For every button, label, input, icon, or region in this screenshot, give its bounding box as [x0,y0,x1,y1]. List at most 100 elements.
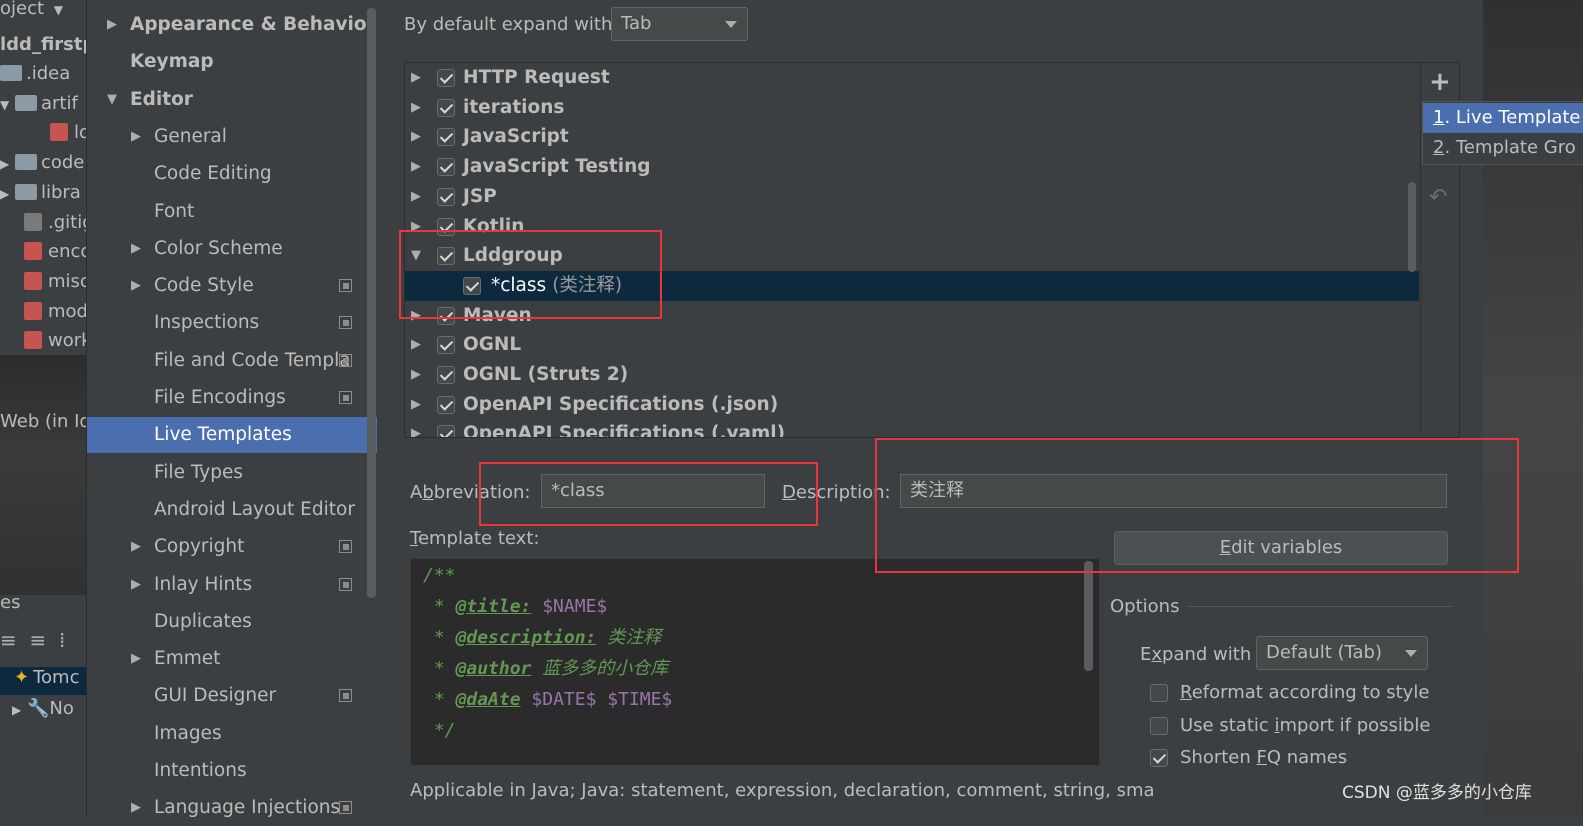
group-icon[interactable]: ⁞ [59,628,65,652]
settings-item[interactable]: Inspections [87,305,377,341]
project-item-lo[interactable]: lo [50,122,86,150]
chevron-right-icon[interactable]: ▶ [411,152,421,182]
project-item-gitignore[interactable]: .gitig [24,212,86,240]
label-part: Q names [1266,747,1348,768]
settings-item[interactable]: ▶ Color Scheme [87,231,377,267]
settings-item[interactable]: Keymap [87,44,377,80]
template-checkbox[interactable] [437,98,455,117]
template-group[interactable]: ▶ HTTP Request [405,63,1419,93]
chevron-right-icon[interactable]: ▶ [411,360,421,390]
editor-scrollbar[interactable] [1084,561,1093,671]
project-scope-icon [339,801,352,815]
template-checkbox[interactable] [437,158,455,177]
settings-item[interactable]: Duplicates [87,604,377,640]
template-group[interactable]: ▶ OpenAPI Specifications (.yaml) [405,419,1419,437]
settings-item[interactable]: ▶ Copyright [87,529,377,565]
settings-item[interactable]: Code Editing [87,156,377,192]
settings-item-label: Live Templates [154,424,292,446]
project-item-artifacts[interactable]: ▼ artif [0,93,78,121]
web-item[interactable]: Web (in Id [0,411,86,439]
project-item-misc[interactable]: misc [24,271,86,299]
settings-item[interactable]: ▶ General [87,119,377,155]
project-root[interactable]: ldd_firstpr [0,34,86,62]
template-group[interactable]: ▶ OGNL (Struts 2) [405,360,1419,390]
template-group[interactable]: ▶ OGNL [405,330,1419,360]
chevron-right-icon[interactable]: ▶ [131,268,141,304]
settings-item[interactable]: ▶ Emmet [87,641,377,677]
settings-item[interactable]: Intentions [87,753,377,789]
code-tag: @author [455,658,532,679]
project-item-enco[interactable]: enco [24,241,86,269]
menu-item-template-group[interactable]: 2. Template Gro [1423,133,1583,163]
tomcat-item[interactable]: ✦ Tomc [0,667,86,695]
settings-item-label: Keymap [130,51,214,73]
settings-item[interactable]: ▶ Inlay Hints [87,567,377,603]
chevron-right-icon[interactable]: ▶ [131,231,141,267]
add-icon[interactable]: + [1429,67,1451,97]
settings-item[interactable]: ▼ Editor [87,82,377,118]
template-group[interactable]: ▶ JavaScript Testing [405,152,1419,182]
settings-item[interactable]: ▶ Code Style [87,268,377,304]
template-checkbox[interactable] [437,128,455,147]
settings-item[interactable]: Android Layout Editor [87,492,377,528]
template-checkbox[interactable] [437,425,455,437]
chevron-right-icon[interactable]: ▶ [131,119,141,155]
chevron-right-icon[interactable]: ▶ [411,93,421,123]
options-title: Options [1110,596,1180,617]
reformat-checkbox[interactable] [1150,684,1168,702]
settings-item[interactable]: File Encodings [87,380,377,416]
template-checkbox[interactable] [437,336,455,355]
chevron-right-icon[interactable]: ▶ [411,330,421,360]
not-started-item[interactable]: ▶ 🔧No [0,698,74,726]
settings-tree: ▶ Appearance & Behavior Keymap ▼ Editor ▶ Gene… [87,0,377,818]
expand-default-select[interactable]: Tab [611,7,748,41]
settings-item[interactable]: File and Code Templa [87,343,377,379]
template-list-scrollbar[interactable] [1408,182,1416,272]
project-view-selector[interactable]: oject ▼ [0,0,63,26]
project-item-code[interactable]: ▶ code [0,152,84,180]
expand-with-select[interactable]: Default (Tab) [1256,636,1428,670]
applicable-contexts[interactable]: Applicable in Java; Java: statement, exp… [410,780,1155,801]
settings-item[interactable]: Live Templates [87,417,377,454]
template-group[interactable]: ▶ JavaScript [405,122,1419,152]
collapse-all-icon[interactable]: ≡ [29,628,46,652]
chevron-right-icon[interactable]: ▶ [411,63,421,93]
settings-item[interactable]: ▶ Language Injections [87,790,377,826]
undo-icon[interactable]: ↶ [1429,185,1447,210]
template-checkbox[interactable] [437,395,455,414]
code-line: * @author 蓝多多的小仓库 [423,653,668,684]
chevron-right-icon[interactable]: ▶ [131,567,141,603]
chevron-right-icon[interactable]: ▶ [411,182,421,212]
menu-item-live-template[interactable]: 1. Live Template [1423,103,1583,133]
template-group[interactable]: ▶ iterations [405,93,1419,123]
code-text: * [423,658,456,679]
template-checkbox[interactable] [437,366,455,384]
chevron-right-icon[interactable]: ▶ [107,7,117,43]
project-item-work[interactable]: work [24,330,86,358]
chevron-right-icon[interactable]: ▶ [411,419,421,437]
shorten-fq-checkbox[interactable] [1150,749,1168,767]
static-import-checkbox[interactable] [1150,717,1168,735]
settings-item[interactable]: Font [87,194,377,230]
chevron-right-icon[interactable]: ▶ [411,122,421,152]
template-group[interactable]: ▶ OpenAPI Specifications (.json) [405,390,1419,420]
template-group[interactable]: ▶ JSP [405,182,1419,212]
expand-all-icon[interactable]: ≡ [0,628,17,652]
chevron-right-icon[interactable]: ▶ [411,390,421,420]
settings-item[interactable]: GUI Designer [87,678,377,714]
settings-item[interactable]: Images [87,716,377,752]
chevron-right-icon[interactable]: ▶ [131,529,141,565]
settings-item[interactable]: ▶ Appearance & Behavior [87,7,377,43]
project-item-mod[interactable]: mod [24,301,86,329]
template-checkbox[interactable] [437,69,455,87]
project-item-libra[interactable]: ▶ libra [0,182,81,210]
chevron-right-icon[interactable]: ▶ [131,790,141,826]
settings-item[interactable]: File Types [87,455,377,491]
template-text-editor[interactable]: /** * @title: $NAME$ * @description: 类注释… [410,558,1100,766]
template-checkbox[interactable] [437,187,455,206]
chevron-down-icon[interactable]: ▼ [107,82,117,118]
options-divider [1188,606,1452,607]
settings-tree-scrollbar[interactable] [367,8,376,598]
project-item-idea[interactable]: .idea [0,63,70,91]
chevron-right-icon[interactable]: ▶ [131,641,141,677]
